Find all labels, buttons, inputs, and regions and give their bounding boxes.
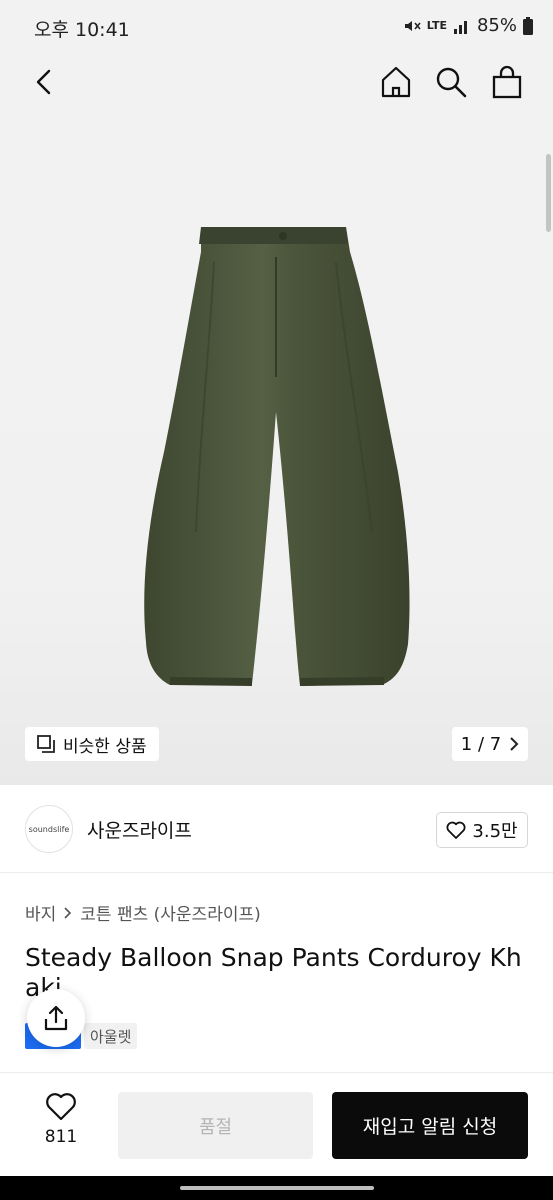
shopping-bag-icon [492, 65, 522, 99]
brand-logo-text: soundslife [28, 824, 70, 834]
brand-like-button[interactable]: 3.5만 [436, 812, 528, 848]
chevron-left-icon [36, 69, 51, 95]
app-header [0, 52, 553, 112]
chevron-right-icon [64, 906, 72, 919]
soldout-button[interactable]: 품절 [118, 1092, 313, 1159]
battery-icon [523, 16, 533, 35]
cart-button[interactable] [485, 60, 529, 104]
home-button[interactable] [374, 60, 418, 104]
chevron-right-icon [510, 737, 519, 751]
status-bar: 오후 10:41 LTE 85% [0, 0, 553, 52]
share-icon [44, 1005, 68, 1031]
breadcrumb: 바지 코튼 팬츠 (사운즈라이프) [25, 900, 261, 925]
home-gesture-handle[interactable] [180, 1186, 374, 1190]
search-button[interactable] [429, 60, 473, 104]
system-nav-bar [0, 1176, 553, 1200]
similar-products-button[interactable]: 비슷한 상품 [25, 727, 159, 761]
image-pager[interactable]: 1 / 7 [452, 727, 528, 761]
home-icon [381, 66, 411, 98]
copy-icon [37, 735, 55, 753]
product-image-gallery[interactable] [0, 112, 553, 785]
status-icons: LTE 85% [403, 15, 533, 36]
restock-alert-button[interactable]: 재입고 알림 신청 [332, 1092, 528, 1159]
status-time: 오후 10:41 [34, 19, 130, 41]
heart-icon [446, 821, 466, 839]
product-image [144, 227, 410, 686]
similar-products-label: 비슷한 상품 [63, 736, 147, 757]
battery-percent: 85% [476, 15, 517, 36]
heart-icon [46, 1093, 76, 1121]
product-title: Steady Balloon Snap Pants Corduroy Kh [25, 943, 522, 972]
network-label: LTE [426, 19, 447, 32]
brand-row: soundslife 사운즈라이프 3.5만 [0, 786, 553, 873]
brand-like-count: 3.5만 [472, 821, 518, 842]
share-button[interactable] [27, 989, 85, 1047]
outlet-tag: 아울렛 [84, 1023, 138, 1049]
search-icon [436, 67, 467, 98]
breadcrumb-category[interactable]: 바지 [25, 900, 56, 925]
pager-text: 1 / 7 [460, 733, 502, 755]
wishlist-count: 811 [44, 1127, 78, 1147]
back-button[interactable] [22, 60, 66, 104]
brand-logo[interactable]: soundslife [25, 805, 73, 853]
breadcrumb-subcategory[interactable]: 코튼 팬츠 (사운즈라이프) [80, 900, 260, 925]
bottom-action-bar: 811 품절 재입고 알림 신청 [0, 1072, 553, 1177]
wishlist-button[interactable]: 811 [30, 1091, 92, 1147]
signal-icon [453, 20, 467, 34]
mute-icon [404, 20, 421, 31]
brand-name[interactable]: 사운즈라이프 [87, 816, 192, 843]
